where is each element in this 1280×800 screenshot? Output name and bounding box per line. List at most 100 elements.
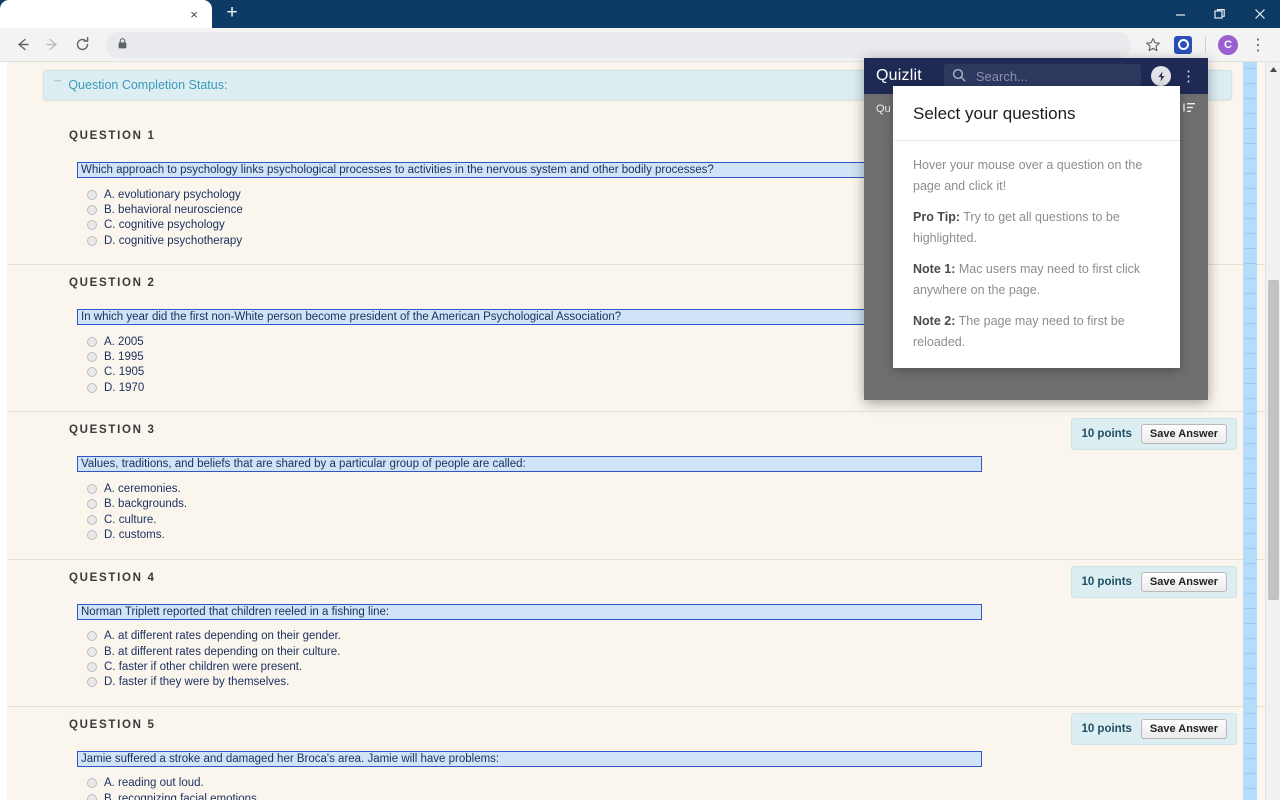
save-answer-button[interactable]: Save Answer: [1140, 718, 1227, 739]
modal-paragraph: Note 1: Mac users may need to first clic…: [913, 259, 1160, 300]
quizlit-search-box[interactable]: Search...: [943, 64, 1141, 88]
radio-icon[interactable]: [87, 220, 97, 231]
question-meta: 10 points Save Answer: [1071, 712, 1237, 745]
radio-icon[interactable]: [87, 499, 97, 510]
radio-icon[interactable]: [87, 677, 97, 688]
radio-icon[interactable]: [87, 204, 97, 215]
question-body: Jamie suffered a stroke and damaged her …: [7, 739, 1265, 800]
answer-label: C. cognitive psychology: [104, 219, 225, 232]
browser-tab[interactable]: ×: [0, 0, 212, 28]
answer-label: D. customs.: [104, 528, 165, 541]
answer-label: D. 1970: [104, 381, 145, 394]
browser-toolbar: C ⋮: [0, 28, 1280, 62]
bookmark-star-icon[interactable]: [1139, 31, 1167, 59]
quizlit-subbar-label: Qu: [876, 103, 891, 115]
minimize-icon[interactable]: [1160, 0, 1200, 28]
radio-icon[interactable]: [87, 336, 97, 347]
radio-icon[interactable]: [87, 367, 97, 378]
radio-icon[interactable]: [87, 661, 97, 672]
answer-label: A. reading out loud.: [104, 777, 204, 790]
address-bar[interactable]: [106, 31, 1131, 58]
radio-icon[interactable]: [87, 352, 97, 363]
profile-avatar[interactable]: C: [1214, 31, 1242, 59]
radio-icon[interactable]: [87, 382, 97, 393]
answer-option[interactable]: C. culture.: [77, 512, 1265, 527]
answer-option[interactable]: B. recognizing facial emotions.: [77, 791, 1265, 800]
answer-label: B. at different rates depending on their…: [104, 645, 341, 658]
question-label: QUESTION 5: [69, 718, 156, 731]
answer-label: A. 2005: [104, 335, 144, 348]
answer-label: A. at different rates depending on their…: [104, 630, 341, 643]
answer-option[interactable]: A. ceremonies.: [77, 481, 1265, 496]
radio-icon[interactable]: [87, 529, 97, 540]
answer-options: A. at different rates depending on their…: [77, 629, 1265, 690]
back-icon[interactable]: [8, 31, 36, 59]
answer-label: A. ceremonies.: [104, 483, 181, 496]
scroll-up-icon[interactable]: [1266, 62, 1280, 76]
question-label: QUESTION 1: [69, 130, 156, 142]
question-block: QUESTION 5 10 points Save Answer Jamie s…: [7, 705, 1265, 800]
question-text[interactable]: Jamie suffered a stroke and damaged her …: [77, 750, 982, 767]
avatar: C: [1218, 34, 1238, 55]
modal-paragraph: Hover your mouse over a question on the …: [913, 155, 1160, 196]
toolbar-divider: [1205, 36, 1206, 53]
question-text[interactable]: Norman Triplett reported that children r…: [77, 603, 982, 620]
radio-icon[interactable]: [87, 793, 97, 800]
question-header: QUESTION 4 10 points Save Answer: [7, 560, 1265, 598]
question-text[interactable]: In which year did the first non-White pe…: [77, 309, 982, 326]
answer-option[interactable]: A. at different rates depending on their…: [77, 629, 1265, 644]
rail-ticks: [1245, 68, 1255, 800]
radio-icon[interactable]: [87, 778, 97, 789]
question-block: QUESTION 3 10 points Save Answer Values,…: [7, 411, 1265, 558]
lightning-bolt-icon[interactable]: [1151, 66, 1171, 86]
new-tab-button[interactable]: +: [218, 0, 246, 28]
question-text[interactable]: Values, traditions, and beliefs that are…: [77, 456, 982, 473]
page-scrollbar[interactable]: [1265, 62, 1280, 800]
radio-icon[interactable]: [87, 189, 97, 200]
points-label: 10 points: [1081, 722, 1132, 735]
answer-option[interactable]: D. customs.: [77, 527, 1265, 542]
chrome-menu-icon[interactable]: ⋮: [1244, 31, 1272, 59]
quizlit-brand: Quizlit: [876, 67, 922, 84]
modal-paragraph: Note 2: The page may need to first be re…: [913, 311, 1160, 352]
modal-paragraph-strong: Pro Tip:: [913, 210, 960, 224]
search-icon: [952, 68, 966, 85]
question-label: QUESTION 3: [69, 424, 156, 437]
answer-label: B. recognizing facial emotions.: [104, 792, 260, 800]
save-answer-button[interactable]: Save Answer: [1140, 571, 1227, 592]
radio-icon[interactable]: [87, 631, 97, 642]
answer-option[interactable]: C. faster if other children were present…: [77, 659, 1265, 674]
question-text[interactable]: Which approach to psychology links psych…: [77, 162, 982, 178]
radio-icon[interactable]: [87, 646, 97, 657]
answer-label: D. cognitive psychotherapy: [104, 234, 243, 247]
toolbar-icons: C ⋮: [1139, 31, 1272, 59]
answer-option[interactable]: B. at different rates depending on their…: [77, 644, 1265, 659]
answer-label: C. 1905: [104, 366, 145, 379]
radio-icon[interactable]: [87, 235, 97, 246]
close-icon[interactable]: ×: [186, 6, 202, 22]
reload-icon[interactable]: [68, 31, 96, 59]
answer-options: A. ceremonies. B. backgrounds. C. cultur…: [77, 481, 1265, 542]
window-close-icon[interactable]: [1240, 0, 1280, 28]
answer-option[interactable]: A. reading out loud.: [77, 776, 1265, 791]
scrollbar-thumb[interactable]: [1268, 280, 1279, 600]
window-controls: [1160, 0, 1280, 28]
answer-label: B. backgrounds.: [104, 498, 188, 511]
page-right-rail: [1243, 62, 1257, 800]
quizlit-search-input[interactable]: Search...: [976, 69, 1028, 84]
answer-option[interactable]: B. backgrounds.: [77, 497, 1265, 512]
radio-icon[interactable]: [87, 514, 97, 525]
radio-icon[interactable]: [87, 484, 97, 495]
extension-badge: [1174, 35, 1192, 54]
answer-option[interactable]: D. faster if they were by themselves.: [77, 674, 1265, 689]
extension-logo-icon: [1177, 39, 1189, 50]
modal-paragraph: Pro Tip: Try to get all questions to be …: [913, 207, 1160, 248]
tab-strip: × +: [0, 0, 1160, 28]
sort-icon[interactable]: [1183, 102, 1196, 116]
save-answer-button[interactable]: Save Answer: [1140, 424, 1227, 445]
quizlit-extension-icon[interactable]: [1169, 31, 1197, 59]
answer-label: C. faster if other children were present…: [104, 660, 303, 673]
quizlit-menu-icon[interactable]: ⋮: [1181, 69, 1196, 84]
chevron-down-icon[interactable]: ˇˇ: [54, 79, 61, 91]
maximize-restore-icon[interactable]: [1200, 0, 1240, 28]
